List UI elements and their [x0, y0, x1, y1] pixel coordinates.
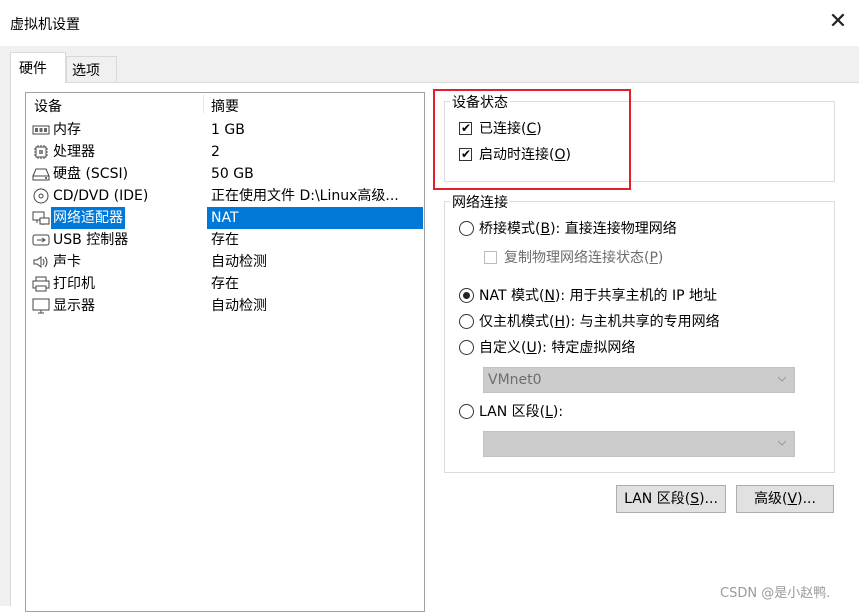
column-header-device[interactable]: 设备	[34, 96, 62, 116]
network-adapter-icon	[32, 211, 50, 225]
memory-icon	[32, 125, 50, 135]
device-row-network-adapter[interactable]: 网络适配器 NAT	[27, 207, 423, 229]
cd-dvd-icon	[33, 188, 49, 204]
device-summary: 1 GB	[211, 122, 245, 138]
custom-network-label: 自定义(U): 特定虚拟网络	[479, 340, 636, 356]
chevron-down-icon	[778, 440, 786, 446]
title-bar: 虚拟机设置 ✕	[0, 0, 859, 47]
device-name: CD/DVD (IDE)	[53, 188, 149, 204]
device-summary: 存在	[211, 276, 239, 292]
device-list-header: 设备 摘要	[26, 93, 424, 115]
device-summary: 自动检测	[211, 254, 267, 270]
device-row-processor[interactable]: 处理器 2	[27, 141, 423, 163]
radio-dot	[463, 292, 470, 299]
advanced-button[interactable]: 高级(V)...	[736, 485, 834, 513]
device-summary: 自动检测	[211, 298, 267, 314]
custom-network-value: VMnet0	[488, 372, 542, 388]
radio-circle[interactable]	[459, 288, 474, 303]
device-summary: NAT	[207, 207, 423, 229]
close-icon[interactable]: ✕	[826, 10, 850, 34]
device-name: 网络适配器	[51, 207, 125, 229]
host-only-label: 仅主机模式(H): 与主机共享的专用网络	[479, 314, 720, 330]
device-name: USB 控制器	[53, 232, 129, 248]
device-summary: 正在使用文件 D:\Linux高级...	[211, 188, 399, 204]
lan-segment-select[interactable]	[483, 431, 795, 457]
device-row-usb[interactable]: USB 控制器 存在	[27, 229, 423, 251]
checkbox-box[interactable]	[484, 251, 497, 264]
device-row-display[interactable]: 显示器 自动检测	[27, 295, 423, 317]
device-name: 显示器	[53, 298, 95, 314]
watermark: CSDN @是小赵鸭.	[720, 586, 831, 601]
device-name: 处理器	[53, 144, 95, 160]
device-row-sound-card[interactable]: 声卡 自动检测	[27, 251, 423, 273]
device-row-hard-disk[interactable]: 硬盘 (SCSI) 50 GB	[27, 163, 423, 185]
nat-mode-label: NAT 模式(N): 用于共享主机的 IP 地址	[479, 288, 718, 304]
tab-hardware[interactable]: 硬件	[10, 52, 66, 83]
processor-icon	[34, 145, 48, 159]
device-row-memory[interactable]: 内存 1 GB	[27, 119, 423, 141]
lan-segment-label: LAN 区段(L):	[479, 404, 564, 420]
column-header-summary[interactable]: 摘要	[211, 96, 239, 116]
device-summary: 2	[211, 144, 220, 160]
device-name: 硬盘 (SCSI)	[53, 166, 129, 182]
tab-options[interactable]: 选项	[66, 56, 117, 83]
bridged-mode-label: 桥接模式(B): 直接连接物理网络	[479, 221, 677, 237]
radio-circle[interactable]	[459, 404, 474, 419]
window-title: 虚拟机设置	[10, 17, 80, 33]
usb-icon	[32, 234, 50, 246]
display-icon	[32, 298, 50, 314]
hard-disk-icon	[32, 168, 50, 181]
device-summary: 50 GB	[211, 166, 254, 182]
device-name: 声卡	[53, 254, 81, 270]
device-list[interactable]: 设备 摘要 内存 1 GB 处理器 2 硬盘 (SCSI) 50 GB CD/D…	[25, 92, 425, 612]
custom-network-select[interactable]: VMnet0	[483, 367, 795, 393]
sound-card-icon	[33, 256, 48, 268]
printer-icon	[32, 276, 50, 292]
highlight-annotation	[433, 89, 631, 190]
device-name: 打印机	[53, 276, 95, 292]
device-row-printer[interactable]: 打印机 存在	[27, 273, 423, 295]
replicate-state-label: 复制物理网络连接状态(P)	[504, 250, 664, 266]
radio-circle[interactable]	[459, 314, 474, 329]
chevron-down-icon	[778, 376, 786, 382]
radio-circle[interactable]	[459, 221, 474, 236]
device-row-cd-dvd[interactable]: CD/DVD (IDE) 正在使用文件 D:\Linux高级...	[27, 185, 423, 207]
lan-segments-button[interactable]: LAN 区段(S)...	[616, 485, 726, 513]
device-name: 内存	[53, 122, 81, 138]
network-connection-label: 网络连接	[450, 192, 510, 212]
device-summary: 存在	[211, 232, 239, 248]
radio-circle[interactable]	[459, 340, 474, 355]
column-divider[interactable]	[203, 95, 204, 113]
